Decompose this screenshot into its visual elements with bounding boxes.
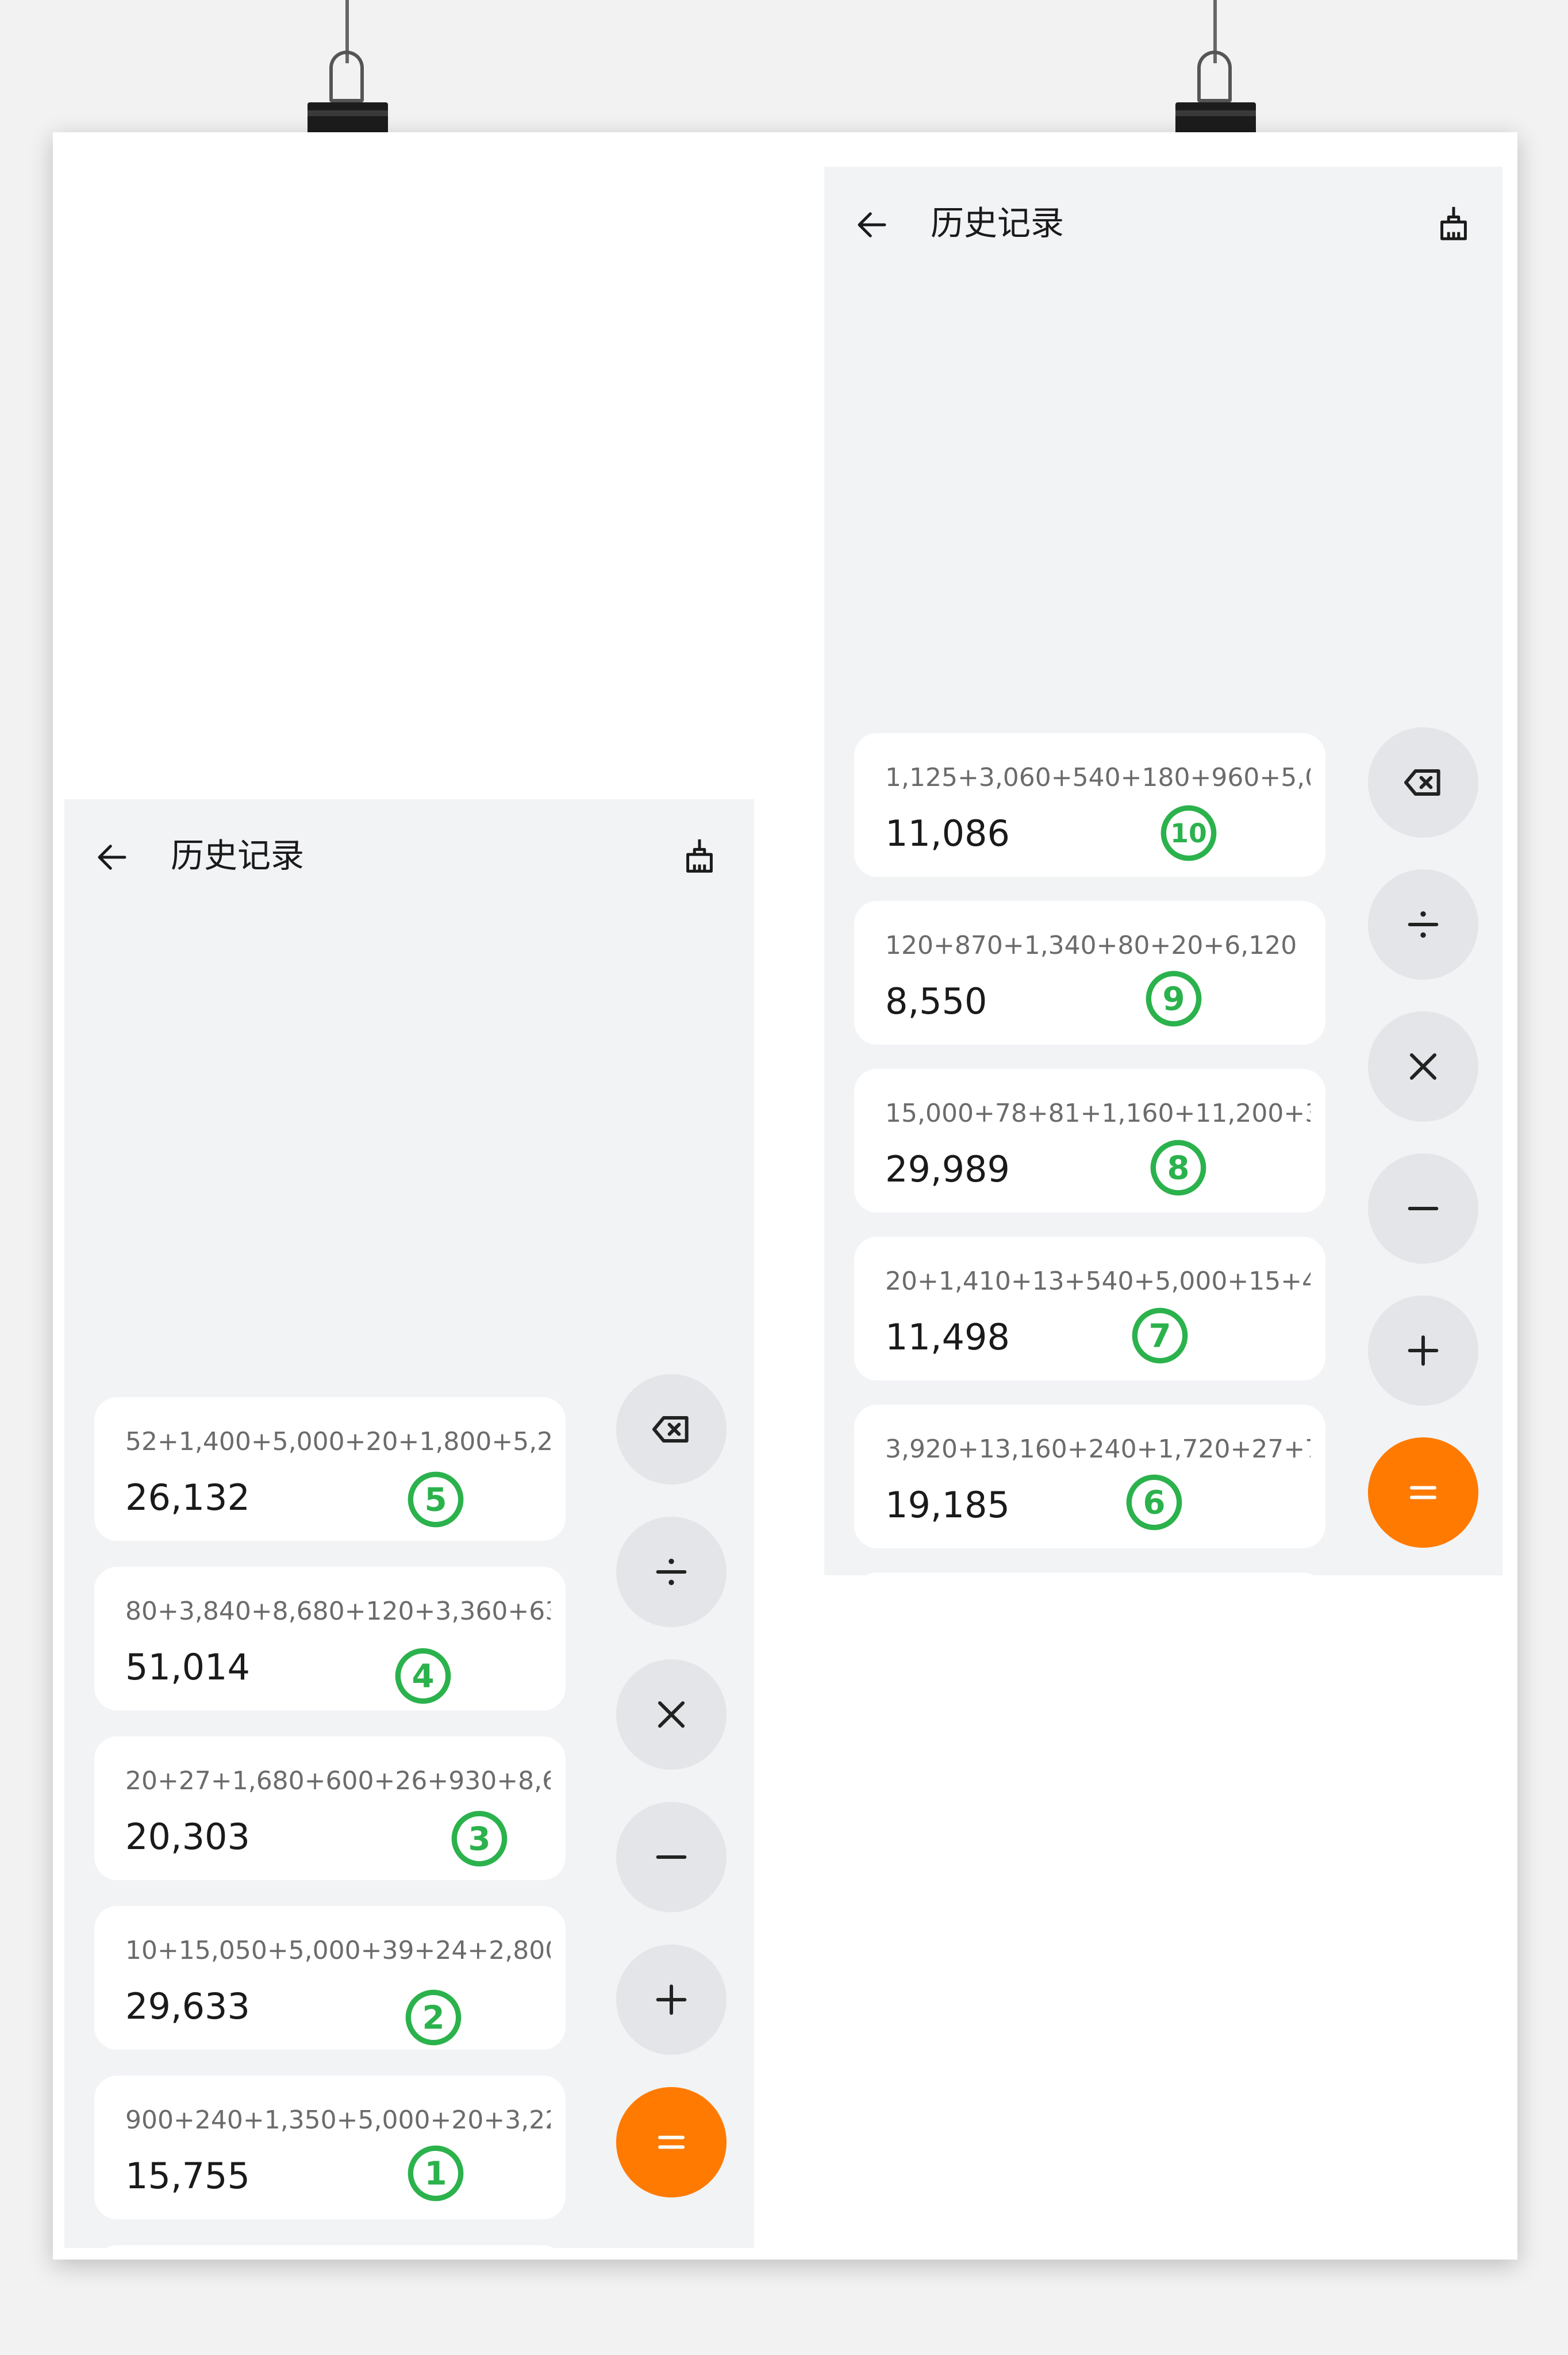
history-expression: 3,920+13,160+240+1,720+27+78+ — [885, 1435, 1310, 1464]
circled-number-badge: 7 — [1132, 1307, 1188, 1364]
circled-number-badge: 3 — [451, 1811, 508, 1867]
history-expression: 10+15,050+5,000+39+24+2,800+1 — [125, 1936, 551, 1965]
history-item[interactable]: 3,920+13,160+240+1,720+27+78+ 19,185 6 — [854, 1405, 1325, 1548]
history-result: 20,303 — [125, 1816, 250, 1858]
history-result: 51,014 — [125, 1646, 250, 1688]
history-item[interactable]: 20+27+1,680+600+26+930+8,640+ 20,303 3 — [94, 1736, 566, 1880]
history-item[interactable]: 900+240+1,350+5,000+20+3,225+ 15,755 1 — [94, 2076, 566, 2219]
plus-icon — [656, 1984, 687, 2015]
history-result: 26,132 — [125, 1476, 250, 1518]
history-expression: 900+240+1,350+5,000+20+3,225+ — [125, 2105, 551, 2135]
page-title: 历史记录 — [931, 204, 1064, 243]
history-result: 8,550 — [885, 980, 987, 1022]
minus-icon — [1408, 1207, 1439, 1210]
top-bar: 历史记录 — [64, 799, 754, 914]
history-item[interactable]: 120+870+1,340+80+20+6,120 8,550 9 — [854, 901, 1325, 1045]
backspace-icon — [652, 1416, 689, 1443]
history-item[interactable]: 80+3,840+8,680+120+3,360+630+ 51,014 4 — [94, 1567, 566, 1710]
svg-text:5: 5 — [424, 1482, 447, 1519]
svg-text:10: 10 — [1170, 818, 1207, 849]
history-result: 11,498 — [885, 1316, 1010, 1358]
minus-icon — [656, 1855, 687, 1859]
history-screen-right: 历史记录 1,125+3,060+540+180+960+5,000 11,08… — [824, 167, 1502, 1575]
history-expression: 20+1,410+13+540+5,000+15+400+ — [885, 1267, 1310, 1296]
broom-icon[interactable] — [679, 836, 720, 876]
circled-number-badge: 6 — [1126, 1474, 1182, 1531]
history-result: 29,633 — [125, 1985, 250, 2027]
svg-text:4: 4 — [412, 1658, 434, 1696]
history-result: 11,086 — [885, 812, 1010, 854]
minus-button[interactable] — [1368, 1153, 1478, 1264]
divide-icon — [656, 1559, 687, 1585]
history-expression: 1,125+3,060+540+180+960+5,000 — [885, 763, 1310, 792]
history-screen-left: 历史记录 52+1,400+5,000+20+1,800+5,220+ 26,1… — [64, 799, 754, 2248]
history-item[interactable]: 15,000+78+81+1,160+11,200+30+ 29,989 8 — [854, 1069, 1325, 1213]
history-expression: 52+1,400+5,000+20+1,800+5,220+ — [125, 1427, 551, 1456]
multiply-icon — [1410, 1053, 1436, 1080]
svg-text:9: 9 — [1162, 981, 1185, 1018]
svg-text:7: 7 — [1148, 1318, 1171, 1355]
circled-number-badge: 4 — [395, 1648, 451, 1704]
arrow-left-icon[interactable] — [853, 206, 891, 244]
equals-icon — [1410, 1486, 1436, 1499]
history-expression: 15,000+78+81+1,160+11,200+30+ — [885, 1099, 1310, 1128]
history-result: 19,185 — [885, 1484, 1010, 1526]
history-item[interactable]: 1,125+3,060+540+180+960+5,000 11,086 10 — [854, 733, 1325, 877]
multiply-button[interactable] — [616, 1659, 727, 1770]
svg-text:2: 2 — [422, 2000, 444, 2037]
circled-number-badge: 10 — [1160, 805, 1217, 861]
svg-text:8: 8 — [1167, 1150, 1189, 1187]
top-bar: 历史记录 — [824, 167, 1502, 282]
plus-button[interactable] — [616, 1944, 727, 2055]
circled-number-badge: 1 — [408, 2145, 464, 2201]
backspace-icon — [1404, 769, 1440, 796]
history-item-partial — [854, 1572, 1325, 1575]
history-item-partial — [94, 2245, 566, 2248]
divide-button[interactable] — [616, 1517, 727, 1627]
equals-button[interactable] — [616, 2087, 727, 2197]
multiply-icon — [658, 1701, 685, 1728]
circled-number-badge: 8 — [1150, 1140, 1206, 1196]
divide-button[interactable] — [1368, 869, 1478, 980]
equals-button[interactable] — [1368, 1437, 1478, 1548]
history-result: 29,989 — [885, 1148, 1010, 1190]
arrow-left-icon[interactable] — [93, 838, 131, 876]
svg-text:3: 3 — [468, 1821, 490, 1858]
equals-icon — [658, 2135, 685, 2149]
history-item[interactable]: 20+1,410+13+540+5,000+15+400+ 11,498 7 — [854, 1237, 1325, 1380]
minus-button[interactable] — [616, 1802, 727, 1912]
plus-icon — [1408, 1335, 1439, 1366]
plus-button[interactable] — [1368, 1295, 1478, 1406]
svg-text:1: 1 — [424, 2155, 447, 2193]
history-expression: 120+870+1,340+80+20+6,120 — [885, 931, 1297, 960]
history-expression: 80+3,840+8,680+120+3,360+630+ — [125, 1597, 551, 1626]
circled-number-badge: 5 — [408, 1471, 464, 1528]
broom-icon[interactable] — [1434, 204, 1474, 244]
history-item[interactable]: 10+15,050+5,000+39+24+2,800+1 29,633 2 — [94, 1906, 566, 2050]
page-title: 历史记录 — [171, 836, 305, 875]
history-item[interactable]: 52+1,400+5,000+20+1,800+5,220+ 26,132 5 — [94, 1397, 566, 1541]
poster-sheet: 历史记录 52+1,400+5,000+20+1,800+5,220+ 26,1… — [53, 132, 1517, 2260]
circled-number-badge: 2 — [405, 1989, 462, 2046]
circled-number-badge: 9 — [1146, 971, 1202, 1027]
multiply-button[interactable] — [1368, 1011, 1478, 1122]
history-result: 15,755 — [125, 2155, 250, 2197]
backspace-button[interactable] — [1368, 727, 1478, 838]
backspace-button[interactable] — [616, 1374, 727, 1485]
history-expression: 20+27+1,680+600+26+930+8,640+ — [125, 1766, 551, 1796]
divide-icon — [1408, 911, 1439, 938]
svg-text:6: 6 — [1143, 1485, 1165, 1522]
